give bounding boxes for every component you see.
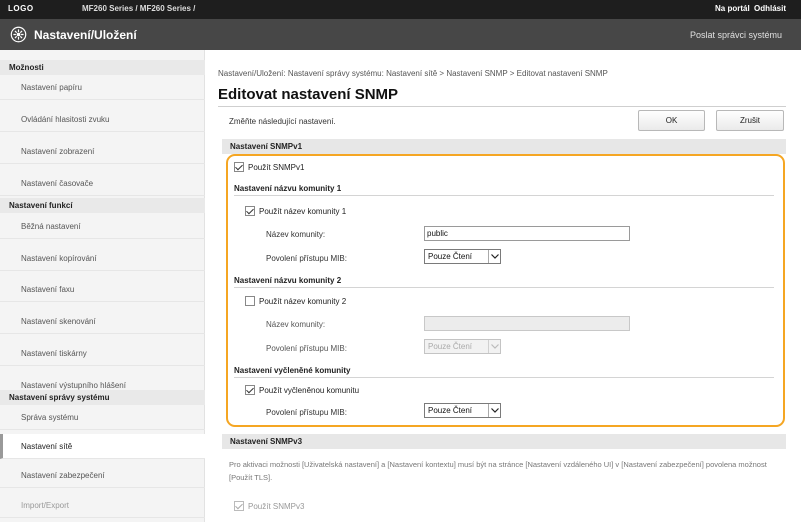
sidebar-item-fax[interactable]: Nastavení faxu <box>0 277 205 302</box>
community1-mib-label: Povolení přístupu MIB: <box>266 254 347 263</box>
community1-divider <box>234 195 774 196</box>
use-community2-checkbox[interactable] <box>245 296 255 306</box>
sidebar-item-security[interactable]: Nastavení zabezpečení <box>0 463 205 488</box>
dedicated-mib-label: Povolení přístupu MIB: <box>266 408 347 417</box>
use-community1-checkbox[interactable] <box>245 206 255 216</box>
use-snmpv3-label: Použít SNMPv3 <box>248 501 305 511</box>
logout-link[interactable]: Odhlásit <box>754 4 786 13</box>
community1-mib-select[interactable]: Pouze Čtení <box>424 249 501 264</box>
snmpv3-note: Pro aktivaci možnosti [Uživatelská nasta… <box>229 460 767 482</box>
brand-logo: LOGO <box>8 4 34 13</box>
cancel-button[interactable]: Zrušit <box>716 110 784 131</box>
use-dedicated-checkbox[interactable] <box>245 385 255 395</box>
community2-header: Nastavení názvu komunity 2 <box>234 276 342 285</box>
device-name: MF260 Series / MF260 Series / <box>82 4 196 13</box>
chevron-down-icon <box>488 404 500 417</box>
use-community2-label: Použít název komunity 2 <box>259 296 347 306</box>
title-bar: Nastavení/Uložení Poslat správci systému <box>0 19 801 50</box>
community2-mib-value: Pouze Čtení <box>428 342 473 351</box>
use-community1-label: Použít název komunity 1 <box>259 206 347 216</box>
use-community1-row: Použít název komunity 1 <box>245 206 346 216</box>
instruction-text: Změňte následující nastavení. <box>229 117 336 126</box>
mail-admin-link[interactable]: Poslat správci systému <box>690 30 782 40</box>
community2-divider <box>234 287 774 288</box>
page-title: Editovat nastavení SNMP <box>218 86 399 103</box>
use-community2-row: Použít název komunity 2 <box>245 296 346 306</box>
sidebar-item-network[interactable]: Nastavení sítě <box>0 434 205 459</box>
sidebar: Možnosti Nastavení papíru Ovládání hlasi… <box>0 50 205 522</box>
dedicated-mib-value: Pouze Čtení <box>428 406 473 415</box>
ok-button[interactable]: OK <box>638 110 705 131</box>
community2-name-label: Název komunity: <box>266 320 326 329</box>
community1-name-input[interactable] <box>424 226 630 241</box>
community1-name-label: Název komunity: <box>266 230 326 239</box>
sidebar-item-copy[interactable]: Nastavení kopírování <box>0 246 205 271</box>
snmpv1-section-header: Nastavení SNMPv1 <box>222 139 786 154</box>
top-bar: LOGO MF260 Series / MF260 Series / Na po… <box>0 0 801 19</box>
sidebar-section-system: Nastavení správy systému <box>0 390 205 405</box>
community1-mib-value: Pouze Čtení <box>428 252 473 261</box>
snmpv3-section-header: Nastavení SNMPv3 <box>222 434 786 449</box>
sidebar-item-scan[interactable]: Nastavení skenování <box>0 309 205 334</box>
community2-mib-select[interactable]: Pouze Čtení <box>424 339 501 354</box>
sidebar-item-timer[interactable]: Nastavení časovače <box>0 171 205 196</box>
use-snmpv1-checkbox[interactable] <box>234 162 244 172</box>
sidebar-item-system-mgmt[interactable]: Správa systému <box>0 405 205 430</box>
chevron-down-icon <box>488 250 500 263</box>
portal-link[interactable]: Na portál <box>715 4 750 13</box>
use-snmpv3-checkbox[interactable] <box>234 501 244 511</box>
sidebar-item-volume[interactable]: Ovládání hlasitosti zvuku <box>0 107 205 132</box>
chevron-down-icon <box>488 340 500 353</box>
dedicated-community-header: Nastavení vyčleněné komunity <box>234 366 351 375</box>
sidebar-section-options: Možnosti <box>0 60 205 75</box>
use-snmpv1-label: Použít SNMPv1 <box>248 162 305 172</box>
sidebar-item-import-export[interactable]: Import/Export <box>0 493 205 518</box>
dedicated-community-divider <box>234 377 774 378</box>
community2-mib-label: Povolení přístupu MIB: <box>266 344 347 353</box>
sidebar-item-common[interactable]: Běžná nastavení <box>0 214 205 239</box>
dedicated-mib-select[interactable]: Pouze Čtení <box>424 403 501 418</box>
community1-header: Nastavení názvu komunity 1 <box>234 184 342 193</box>
sidebar-item-display[interactable]: Nastavení zobrazení <box>0 139 205 164</box>
title-divider <box>218 106 786 107</box>
sidebar-item-paper[interactable]: Nastavení papíru <box>0 75 205 100</box>
use-dedicated-row: Použít vyčleněnou komunitu <box>245 385 359 395</box>
use-snmpv1-row: Použít SNMPv1 <box>234 162 304 172</box>
use-dedicated-label: Použít vyčleněnou komunitu <box>259 385 360 395</box>
sidebar-item-printer[interactable]: Nastavení tiskárny <box>0 341 205 366</box>
use-snmpv3-row: Použít SNMPv3 <box>234 501 304 511</box>
app-title: Nastavení/Uložení <box>34 28 137 42</box>
breadcrumb: Nastavení/Uložení: Nastavení správy syst… <box>218 69 608 78</box>
settings-icon <box>10 26 27 43</box>
sidebar-section-functions: Nastavení funkcí <box>0 198 205 213</box>
community2-name-input[interactable] <box>424 316 630 331</box>
